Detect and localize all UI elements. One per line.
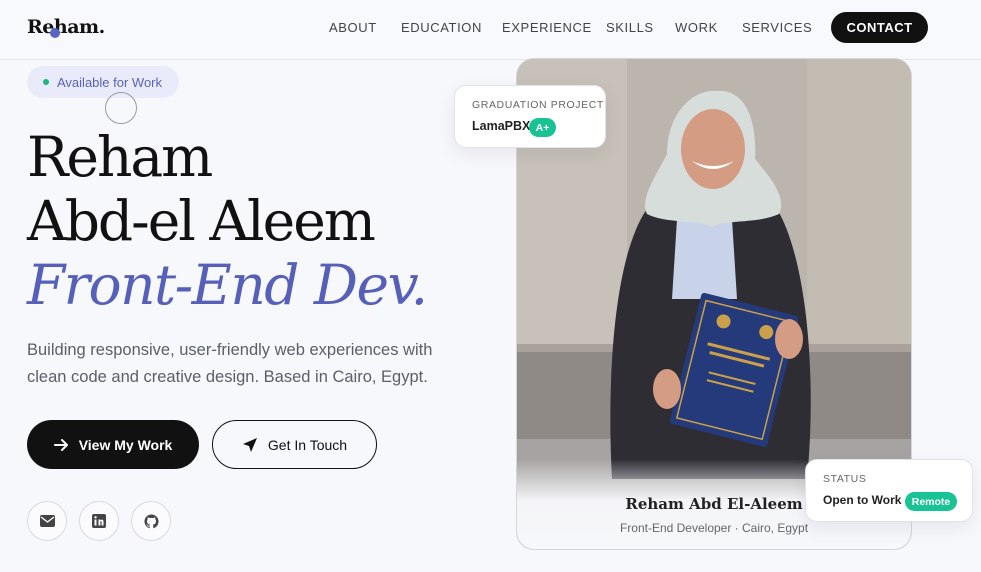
graduation-label: GRADUATION PROJECT — [472, 99, 604, 111]
github-link[interactable] — [131, 501, 171, 541]
nav-work[interactable]: WORK — [675, 20, 718, 35]
hero-intro: Building responsive, user-friendly web e… — [27, 341, 433, 386]
graduation-project-name: LamaPBX — [472, 119, 531, 133]
logo[interactable]: Reham. — [27, 16, 105, 38]
photo-caption-role: Front-End Developer · Cairo, Egypt — [619, 521, 809, 535]
status-value: Open to Work — [823, 493, 902, 507]
graduation-project-card: GRADUATION PROJECT LamaPBX A+ — [454, 85, 606, 148]
nav-about[interactable]: ABOUT — [329, 20, 377, 35]
status-label: STATUS — [823, 473, 867, 485]
contact-button[interactable]: CONTACT — [831, 12, 928, 43]
availability-badge: Available for Work — [27, 66, 180, 98]
hero-name-line2: Abd-el Aleem — [27, 189, 376, 253]
cursor-ring — [105, 92, 137, 124]
get-in-touch-button[interactable]: Get In Touch — [212, 420, 377, 469]
linkedin-icon — [92, 514, 106, 528]
grade-badge: A+ — [529, 118, 556, 137]
hero-name-line1: Reham — [27, 125, 213, 189]
logo-dot — [50, 28, 60, 38]
site-header: Reham. ABOUT EDUCATION EXPERIENCE SKILLS… — [0, 0, 981, 60]
view-work-label: View My Work — [78, 436, 173, 453]
email-link[interactable] — [27, 501, 67, 541]
send-icon — [242, 437, 257, 452]
availability-text: Available for Work — [57, 74, 163, 90]
hero-role: Front-End Dev. — [27, 253, 428, 317]
arrow-right-icon — [53, 438, 68, 451]
get-in-touch-label: Get In Touch — [267, 436, 348, 453]
remote-badge: Remote — [905, 492, 957, 511]
view-work-button[interactable]: View My Work — [27, 420, 199, 469]
status-card: STATUS Open to Work Remote — [805, 459, 973, 522]
linkedin-link[interactable] — [79, 501, 119, 541]
github-icon — [143, 513, 159, 528]
status-dot — [43, 79, 49, 85]
nav-experience[interactable]: EXPERIENCE — [502, 20, 592, 35]
mail-icon — [39, 515, 55, 527]
nav-skills[interactable]: SKILLS — [606, 20, 654, 35]
nav-services[interactable]: SERVICES — [742, 20, 812, 35]
nav-education[interactable]: EDUCATION — [401, 20, 482, 35]
